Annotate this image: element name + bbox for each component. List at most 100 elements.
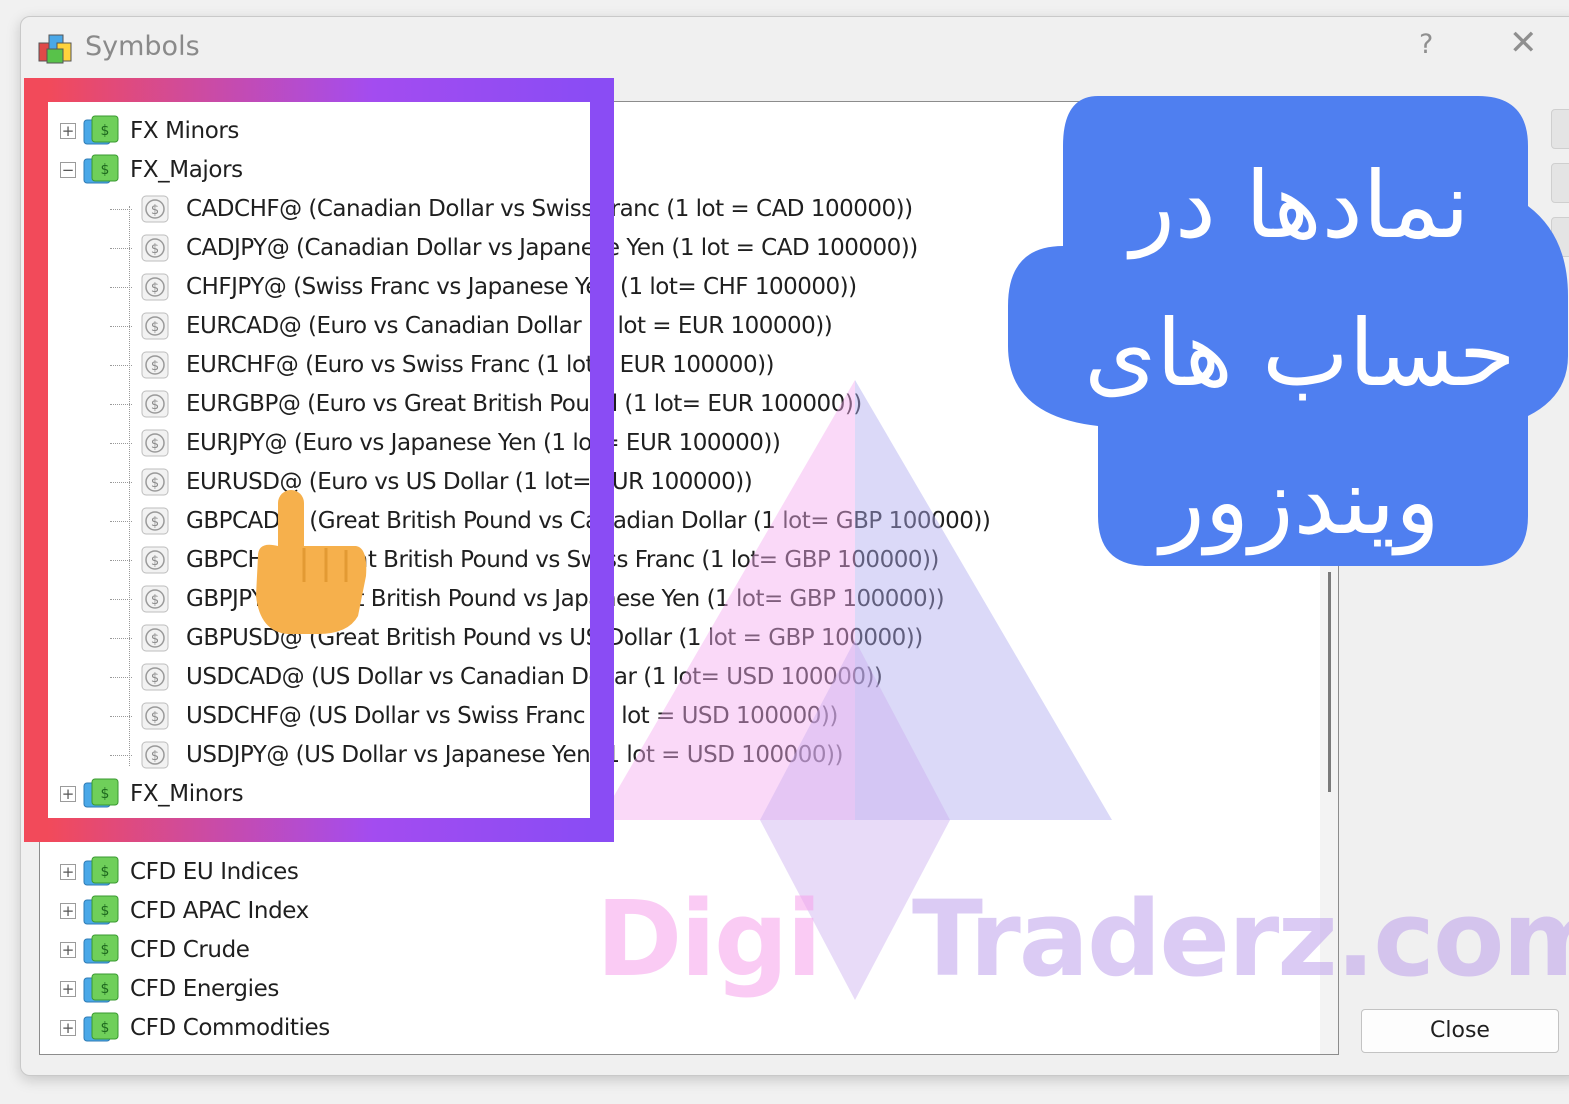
help-button[interactable]: ?	[1419, 29, 1433, 60]
tree-group-5[interactable]: + $ CFD Commodities	[60, 1009, 330, 1047]
expand-icon[interactable]: +	[60, 903, 76, 919]
svg-text:$: $	[151, 203, 159, 218]
group-label: FX_Majors	[130, 157, 243, 183]
tree-group-3[interactable]: + $ CFD Crude	[60, 931, 250, 969]
symbols-app-icon	[38, 34, 72, 64]
symbol-item[interactable]: $ CADJPY@ (Canadian Dollar vs Japanese Ye…	[110, 229, 918, 267]
window-title: Symbols	[85, 31, 200, 62]
svg-text:$: $	[151, 671, 159, 686]
symbol-item[interactable]: $ USDCHF@ (US Dollar vs Swiss Franc (1 lo…	[110, 697, 838, 735]
tree-connector	[110, 286, 132, 288]
symbol-item[interactable]: $ USDJPY@ (US Dollar vs Japanese Yen (1 l…	[110, 736, 843, 774]
expand-icon[interactable]: +	[60, 786, 76, 802]
svg-text:$: $	[151, 515, 159, 530]
symbol-item[interactable]: $ GBPCAD@ (Great British Pound vs Canadia…	[110, 502, 991, 540]
symbol-label: EURCHF@ (Euro vs Swiss Franc (1 lot= EUR…	[186, 352, 775, 378]
symbol-label: GBPCAD@ (Great British Pound vs Canadian…	[186, 508, 991, 534]
symbol-item[interactable]: $ EURUSD@ (Euro vs US Dollar (1 lot= EUR …	[110, 463, 753, 501]
svg-text:$: $	[151, 398, 159, 413]
svg-text:$: $	[151, 593, 159, 608]
svg-text:$: $	[151, 749, 159, 764]
symbol-group-folder-icon: $	[82, 777, 120, 811]
expand-icon[interactable]: +	[60, 1020, 76, 1036]
tree-group-fx-minors-2[interactable]: + $ FX_Minors	[60, 775, 244, 813]
tree-connector	[110, 715, 132, 717]
tree-connector	[110, 676, 132, 678]
symbol-item[interactable]: $ EURCAD@ (Euro vs Canadian Dollar (1 lot…	[110, 307, 833, 345]
tree-group-fx-minors[interactable]: + $ FX Minors	[60, 112, 239, 150]
tree-connector	[110, 520, 132, 522]
expand-icon[interactable]: +	[60, 942, 76, 958]
symbol-label: GBPUSD@ (Great British Pound vs US Dolla…	[186, 625, 923, 651]
tree-connector	[110, 481, 132, 483]
symbol-item[interactable]: $ EURJPY@ (Euro vs Japanese Yen (1 lot= E…	[110, 424, 781, 462]
svg-text:$: $	[151, 281, 159, 296]
symbol-item[interactable]: $ GBPCHF@ (Great British Pound vs Swiss F…	[110, 541, 939, 579]
svg-text:$: $	[151, 437, 159, 452]
symbol-label: CHFJPY@ (Swiss Franc vs Japanese Yen (1 …	[186, 274, 857, 300]
tree-connector	[110, 754, 132, 756]
group-label: CFD Energies	[130, 976, 279, 1002]
tree-group-fx-majors[interactable]: − $ FX_Majors	[60, 151, 243, 189]
symbol-dollar-icon: $	[140, 233, 170, 263]
group-label: CFD EU Indices	[130, 859, 299, 885]
symbol-group-folder-icon: $	[82, 153, 120, 187]
close-window-icon[interactable]: ✕	[1509, 23, 1538, 63]
scrollbar-thumb[interactable]	[1328, 572, 1331, 792]
symbol-dollar-icon: $	[140, 623, 170, 653]
expand-icon[interactable]: +	[60, 864, 76, 880]
symbol-dollar-icon: $	[140, 701, 170, 731]
tree-group-2[interactable]: + $ CFD APAC Index	[60, 892, 309, 930]
svg-text:$: $	[101, 162, 110, 178]
symbol-item[interactable]: $ USDCAD@ (US Dollar vs Canadian Dollar (…	[110, 658, 883, 696]
tree-connector	[110, 637, 132, 639]
tree-connector	[110, 364, 132, 366]
expand-icon[interactable]: +	[60, 981, 76, 997]
tree-connector	[110, 559, 132, 561]
symbol-dollar-icon: $	[140, 428, 170, 458]
symbol-dollar-icon: $	[140, 506, 170, 536]
expand-icon[interactable]: +	[60, 123, 76, 139]
svg-text:$: $	[101, 981, 110, 997]
symbol-dollar-icon: $	[140, 194, 170, 224]
symbol-item[interactable]: $ GBPJPY@ (Great British Pound vs Japanes…	[110, 580, 945, 618]
symbol-group-folder-icon: $	[82, 972, 120, 1006]
symbol-label: GBPCHF@ (Great British Pound vs Swiss Fr…	[186, 547, 939, 573]
svg-text:$: $	[101, 1020, 110, 1036]
tree-group-1[interactable]: + $ CFD EU Indices	[60, 853, 299, 891]
symbol-item[interactable]: $ CHFJPY@ (Swiss Franc vs Japanese Yen (1…	[110, 268, 857, 306]
svg-text:$: $	[151, 242, 159, 257]
symbol-item[interactable]: $ EURCHF@ (Euro vs Swiss Franc (1 lot= EU…	[110, 346, 775, 384]
tree-group-4[interactable]: + $ CFD Energies	[60, 970, 279, 1008]
symbol-label: USDCHF@ (US Dollar vs Swiss Franc (1 lot…	[186, 703, 838, 729]
svg-text:$: $	[151, 476, 159, 491]
symbol-dollar-icon: $	[140, 350, 170, 380]
symbol-group-folder-icon: $	[82, 894, 120, 928]
collapse-icon[interactable]: −	[60, 162, 76, 178]
symbol-dollar-icon: $	[140, 584, 170, 614]
promo-badge-text: نمادها در حساب های ویندزور	[1040, 132, 1560, 576]
symbol-label: USDCAD@ (US Dollar vs Canadian Dollar (1…	[186, 664, 883, 690]
symbol-item[interactable]: $ CADCHF@ (Canadian Dollar vs Swiss Franc…	[110, 190, 913, 228]
symbol-dollar-icon: $	[140, 740, 170, 770]
title-bar: Symbols ? ✕	[21, 17, 1569, 81]
symbol-label: EURGBP@ (Euro vs Great British Pound (1 …	[186, 391, 862, 417]
symbol-item[interactable]: $ EURGBP@ (Euro vs Great British Pound (1…	[110, 385, 862, 423]
group-label: CFD APAC Index	[130, 898, 309, 924]
svg-text:$: $	[101, 903, 110, 919]
close-button[interactable]: Close	[1361, 1009, 1559, 1053]
symbol-label: CADJPY@ (Canadian Dollar vs Japanese Yen…	[186, 235, 918, 261]
tree-connector	[110, 442, 132, 444]
group-label: CFD Crude	[130, 937, 250, 963]
tree-connector	[110, 598, 132, 600]
symbol-item[interactable]: $ GBPUSD@ (Great British Pound vs US Doll…	[110, 619, 923, 657]
svg-text:$: $	[151, 320, 159, 335]
symbol-label: USDJPY@ (US Dollar vs Japanese Yen (1 lo…	[186, 742, 843, 768]
symbol-dollar-icon: $	[140, 311, 170, 341]
symbol-dollar-icon: $	[140, 467, 170, 497]
watermark-traderz: Traderz.com	[912, 878, 1569, 1000]
group-label: CFD Commodities	[130, 1015, 330, 1041]
symbol-label: EURJPY@ (Euro vs Japanese Yen (1 lot= EU…	[186, 430, 781, 456]
symbol-label: GBPJPY@ (Great British Pound vs Japanese…	[186, 586, 945, 612]
svg-text:$: $	[151, 710, 159, 725]
